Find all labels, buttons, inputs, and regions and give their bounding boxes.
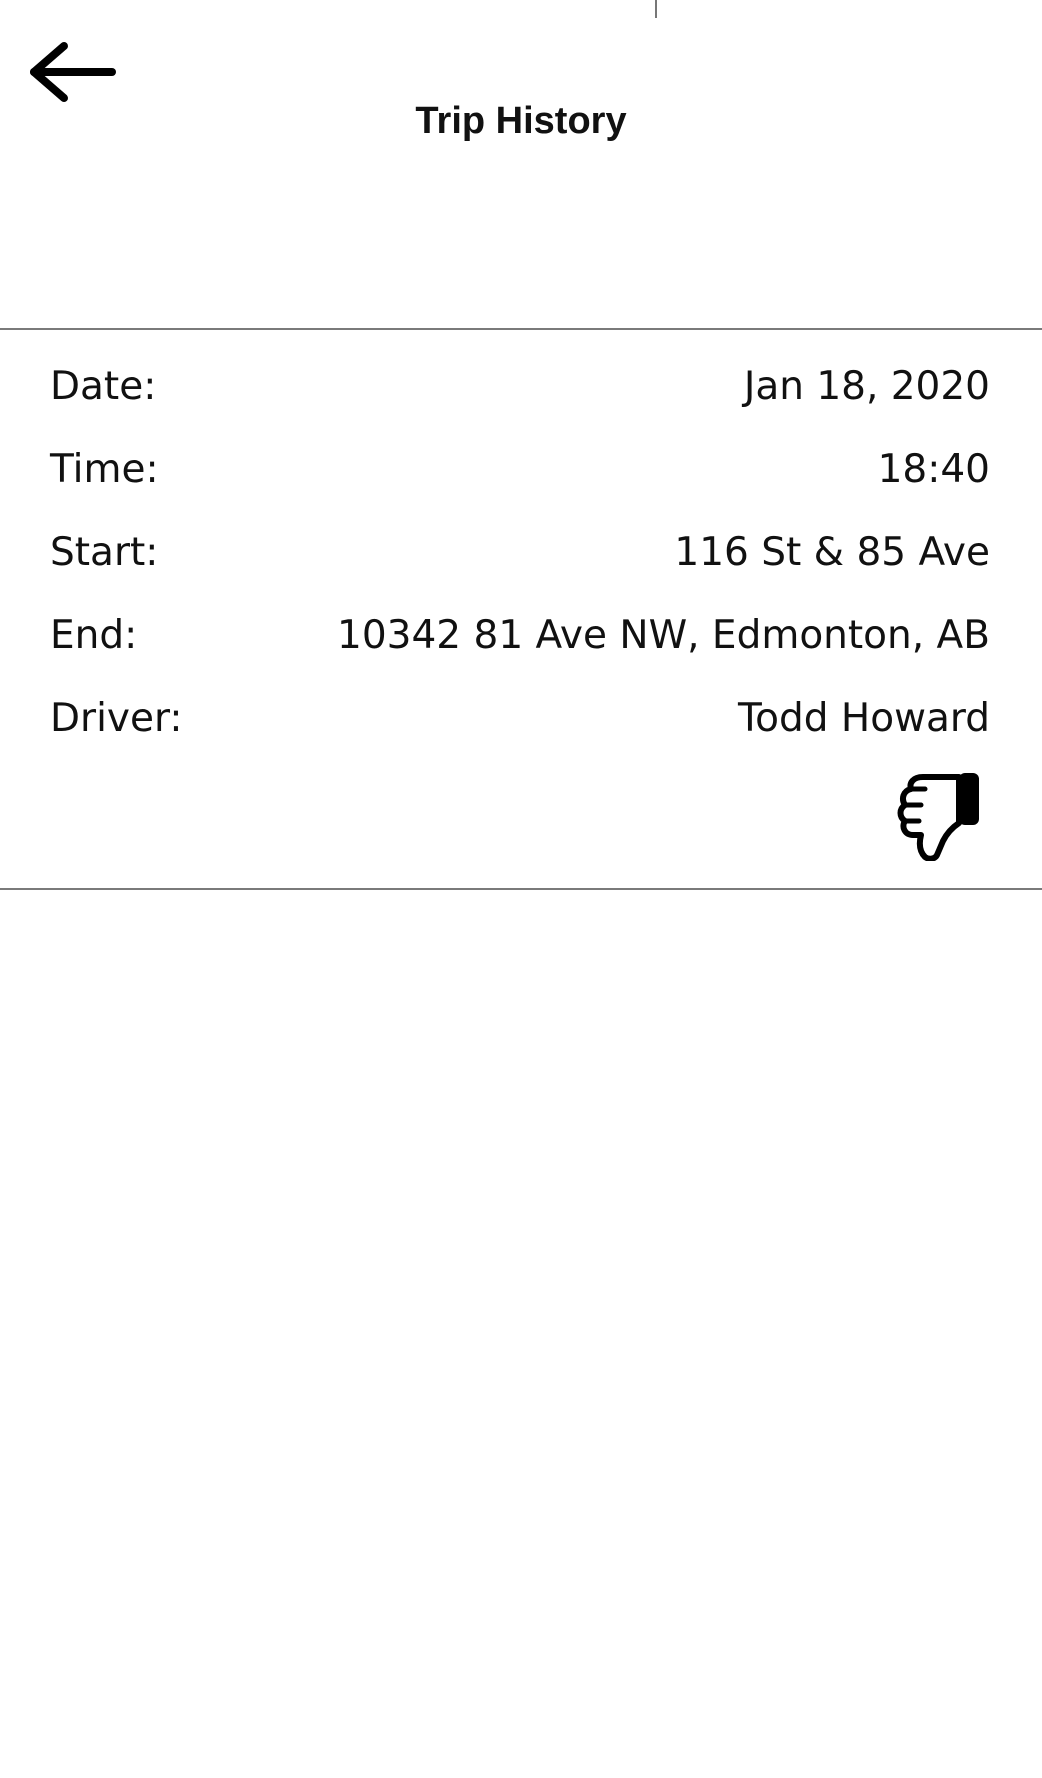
trip-end-row: End: 10342 81 Ave NW, Edmonton, AB	[50, 607, 990, 663]
trip-card: Date: Jan 18, 2020 Time: 18:40 Start: 11…	[0, 330, 1042, 888]
time-label: Time:	[50, 446, 159, 492]
date-value: Jan 18, 2020	[743, 363, 990, 409]
driver-label: Driver:	[50, 695, 183, 741]
trip-date-row: Date: Jan 18, 2020	[50, 358, 990, 414]
end-label: End:	[50, 612, 138, 658]
date-label: Date:	[50, 363, 157, 409]
trip-time-row: Time: 18:40	[50, 441, 990, 497]
time-value: 18:40	[877, 446, 990, 492]
thumbs-down-icon	[895, 767, 985, 865]
driver-value: Todd Howard	[737, 695, 990, 741]
page-title: Trip History	[415, 100, 627, 142]
start-label: Start:	[50, 529, 159, 575]
divider	[0, 888, 1042, 890]
trip-driver-row: Driver: Todd Howard	[50, 690, 990, 746]
thumbs-down-button[interactable]	[892, 768, 988, 864]
end-value: 10342 81 Ave NW, Edmonton, AB	[337, 612, 990, 658]
top-divider-tick	[655, 0, 657, 18]
start-value: 116 St & 85 Ave	[674, 529, 990, 575]
trip-start-row: Start: 116 St & 85 Ave	[50, 524, 990, 580]
